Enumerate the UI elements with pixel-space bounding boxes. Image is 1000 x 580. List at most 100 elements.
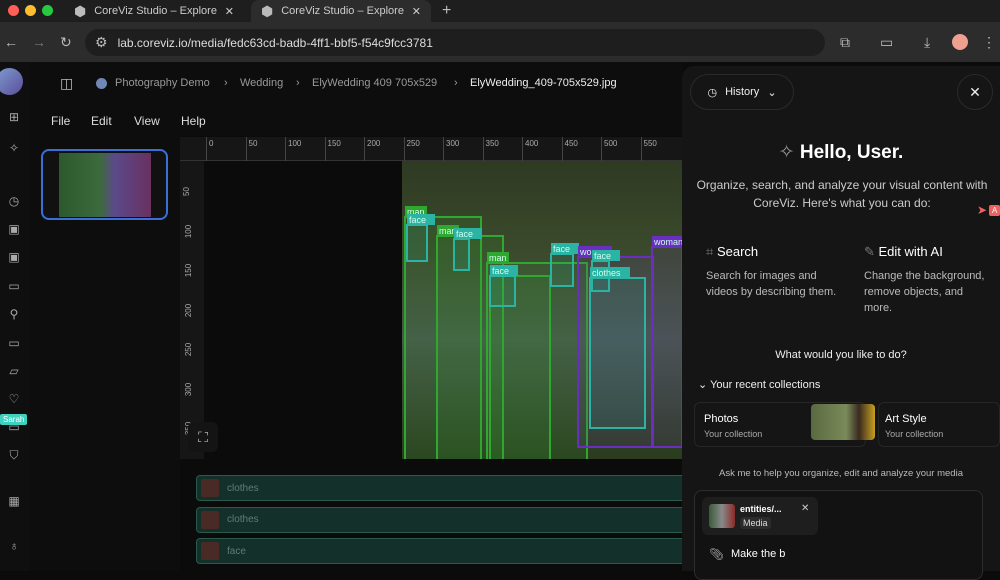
shirt-icon[interactable]: ⛉ <box>3 444 25 466</box>
recent-collections-toggle[interactable]: ⌄ Your recent collections <box>698 378 820 391</box>
url-field[interactable]: ⚙ lab.coreviz.io/media/fedc63cd-badb-4ff1… <box>85 29 825 56</box>
remove-attachment-icon[interactable]: ✕ <box>801 503 809 514</box>
browser-tab[interactable]: ⬢CoreViz Studio – Explore, organize✕ <box>64 0 244 22</box>
site-settings-icon[interactable]: ⚙ <box>95 34 108 51</box>
horizontal-ruler: 0 50 100 150 200 250 300 350 400 450 500 550 <box>180 137 682 161</box>
layer-label: clothes <box>227 514 259 525</box>
detection-box[interactable] <box>489 275 516 307</box>
media-thumbnail[interactable] <box>41 149 168 220</box>
detection-label: face <box>492 266 509 276</box>
minimize-window-button[interactable] <box>25 5 36 16</box>
layer-thumbnail <box>201 510 219 529</box>
tab-search-icon[interactable]: ▭ <box>880 34 893 51</box>
close-tab-icon[interactable]: ✕ <box>412 5 421 18</box>
collection-card[interactable]: Photos Your collection <box>694 402 875 447</box>
extensions-icon[interactable]: ⧉ <box>840 34 850 51</box>
breadcrumb-item[interactable]: Photography Demo <box>115 77 210 89</box>
folder-icon[interactable]: ▱ <box>3 360 25 382</box>
layers-list: clothes clothes face <box>180 459 696 571</box>
layer-row[interactable]: clothes <box>196 506 696 533</box>
history-dropdown[interactable]: ◷ History ⌄ <box>690 74 794 110</box>
close-panel-button[interactable]: ✕ <box>957 74 993 110</box>
chat-input-box[interactable]: entities/... Media ✕ 📎︎ Make the b <box>694 490 983 580</box>
detection-box[interactable] <box>550 253 574 287</box>
video-icon[interactable]: ▭ <box>3 332 25 354</box>
detection-label: face <box>456 229 473 239</box>
chevron-down-icon: ⌄ <box>767 86 777 99</box>
feature-search[interactable]: ⌗ Search Search for images and videos by… <box>706 244 846 300</box>
sparkle-icon[interactable]: ✧ <box>3 137 25 159</box>
image-icon[interactable]: ▣ <box>3 218 25 240</box>
close-window-button[interactable] <box>8 5 19 16</box>
ruler-tick-label: 50 <box>181 187 191 196</box>
profile-avatar[interactable] <box>952 34 968 50</box>
image-icon[interactable]: ▣ <box>3 246 25 268</box>
workspace-avatar[interactable] <box>0 68 23 95</box>
detection-box[interactable] <box>406 224 428 262</box>
thumbnail-strip <box>30 136 180 571</box>
detection-label: man <box>439 226 457 236</box>
ruler-tick-label: 550 <box>643 139 657 148</box>
ruler-tick-label: 150 <box>184 263 194 278</box>
layer-thumbnail <box>201 542 219 560</box>
new-tab-button[interactable]: + <box>442 2 451 20</box>
forward-icon[interactable]: → <box>32 34 46 50</box>
layer-row[interactable]: face <box>196 538 696 564</box>
prompt-question: What would you like to do? <box>775 349 907 361</box>
editor-header <box>30 62 682 136</box>
focus-icon: ⛶ <box>198 428 208 445</box>
layer-row[interactable]: clothes <box>196 475 696 501</box>
sparkle-icon: ✧ <box>778 142 800 163</box>
folder-clock-icon[interactable]: ◷ <box>3 190 25 212</box>
ruler-tick-label: 450 <box>564 139 578 148</box>
reload-icon[interactable]: ↻ <box>60 34 72 51</box>
detection-label: man <box>489 253 507 263</box>
collaborator-cursor-label: A <box>989 205 1000 216</box>
image-canvas[interactable]: manfacemanfacemanmanfacefacewomanfacewom… <box>402 161 682 459</box>
ruler-tick-label: 350 <box>485 139 499 148</box>
attachment-thumbnail <box>709 504 735 528</box>
browser-tab-active[interactable]: ⬢CoreViz Studio – Explore, organize✕ <box>251 0 431 22</box>
attachment-chip: entities/... Media ✕ <box>702 497 818 535</box>
collection-preview <box>811 404 875 440</box>
detection-label: face <box>409 215 426 225</box>
menu-edit[interactable]: Edit <box>91 114 112 128</box>
hint-text: Ask me to help you organize, edit and an… <box>719 468 963 479</box>
menu-view[interactable]: View <box>134 114 160 128</box>
collection-card[interactable]: Art Style Your collection <box>878 402 1000 447</box>
detection-label: clothes <box>592 268 621 278</box>
folder-plus-icon[interactable]: ⊞ <box>3 106 25 128</box>
video-icon[interactable]: ▭ <box>3 275 25 297</box>
breadcrumb-item[interactable]: Wedding <box>240 77 283 89</box>
menu-file[interactable]: File <box>51 114 70 128</box>
detection-box[interactable] <box>589 277 646 429</box>
pencil-icon: ✎ <box>864 244 879 259</box>
lightbulb-icon[interactable]: ♁ <box>3 535 25 557</box>
ruler-tick-label: 0 <box>209 139 214 148</box>
chat-input-text[interactable]: Make the b <box>731 548 785 560</box>
detection-label: face <box>553 244 570 254</box>
building-icon[interactable]: ▦ <box>3 490 25 512</box>
layer-thumbnail <box>201 479 219 497</box>
toggle-sidebar-icon[interactable]: ◫ <box>60 75 73 92</box>
chevron-down-icon: ⌄ <box>698 379 711 391</box>
detection-label: face <box>594 251 611 261</box>
fit-screen-button[interactable]: ⛶ <box>188 422 218 452</box>
menu-help[interactable]: Help <box>181 114 206 128</box>
more-menu-icon[interactable]: ⋮ <box>982 34 996 51</box>
detection-label: woman <box>653 237 682 247</box>
paperclip-icon[interactable]: 📎︎ <box>709 547 724 561</box>
detection-box[interactable] <box>651 246 682 448</box>
ruler-tick-label: 250 <box>406 139 420 148</box>
breadcrumb-item[interactable]: ElyWedding 409 705x529 <box>312 77 437 89</box>
feature-edit-ai[interactable]: ✎ Edit with AI Change the background, re… <box>864 244 994 316</box>
ruler-tick-label: 500 <box>604 139 618 148</box>
coreviz-favicon-icon: ⬢ <box>261 2 274 19</box>
download-icon[interactable]: ⤓ <box>924 34 930 51</box>
back-icon[interactable]: ← <box>4 34 18 50</box>
close-tab-icon[interactable]: ✕ <box>225 5 234 18</box>
detection-box[interactable] <box>453 238 470 271</box>
heart-icon[interactable]: ♡ <box>3 388 25 410</box>
bicycle-icon[interactable]: ⚲ <box>3 303 25 325</box>
maximize-window-button[interactable] <box>42 5 53 16</box>
